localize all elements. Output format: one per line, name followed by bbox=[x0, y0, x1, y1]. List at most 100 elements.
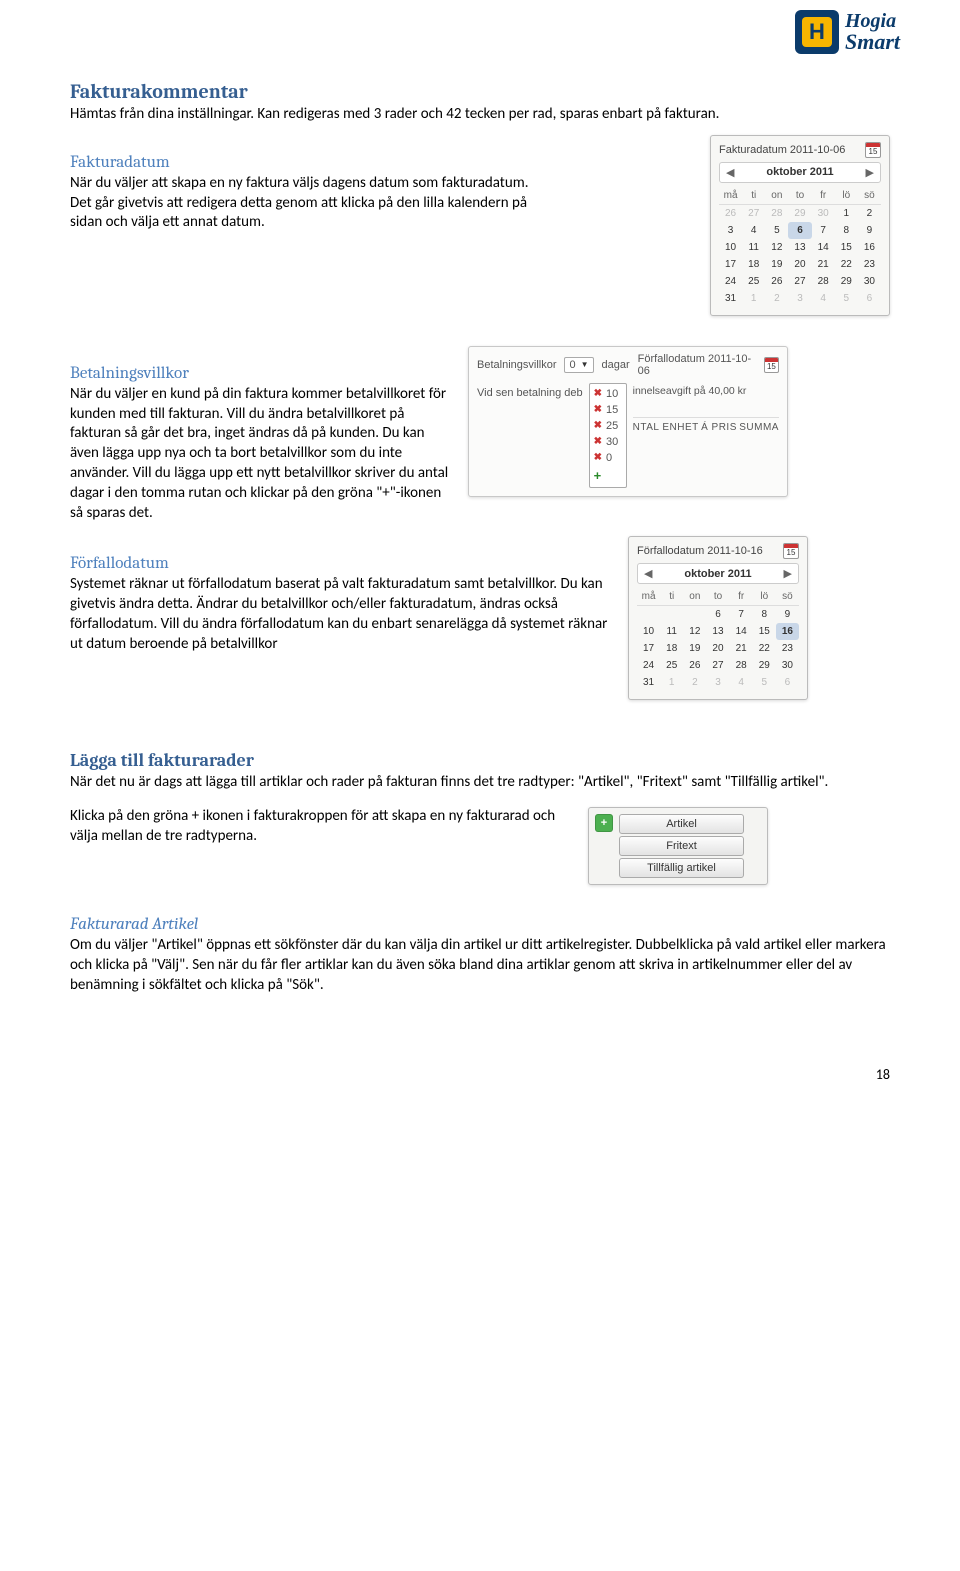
calendar-day[interactable]: 18 bbox=[660, 640, 683, 657]
calendar-day[interactable]: 24 bbox=[637, 657, 660, 674]
calendar-day[interactable]: 14 bbox=[812, 239, 835, 256]
calendar-day[interactable]: 7 bbox=[730, 606, 753, 624]
calendar-day[interactable]: 28 bbox=[812, 273, 835, 290]
calendar-day[interactable]: 30 bbox=[812, 204, 835, 222]
calendar-day[interactable]: 2 bbox=[858, 204, 881, 222]
calendar-day[interactable]: 2 bbox=[765, 290, 788, 307]
calendar-day[interactable] bbox=[660, 606, 683, 624]
calendar-day[interactable]: 31 bbox=[637, 674, 660, 691]
bv-option[interactable]: ✖25 bbox=[590, 418, 626, 434]
calendar-day[interactable]: 5 bbox=[753, 674, 776, 691]
bv-option[interactable]: ✖10 bbox=[590, 386, 626, 402]
calendar-day[interactable]: 5 bbox=[835, 290, 858, 307]
calendar-next-icon[interactable]: ▶ bbox=[784, 567, 792, 580]
calendar-day[interactable]: 13 bbox=[706, 623, 729, 640]
calendar-day[interactable]: 17 bbox=[637, 640, 660, 657]
calendar-day[interactable]: 8 bbox=[835, 222, 858, 239]
calendar-day[interactable]: 25 bbox=[660, 657, 683, 674]
calendar-day[interactable]: 17 bbox=[719, 256, 742, 273]
calendar-next-icon[interactable]: ▶ bbox=[866, 166, 874, 179]
calendar-day[interactable]: 30 bbox=[858, 273, 881, 290]
calendar-day[interactable]: 13 bbox=[788, 239, 811, 256]
calendar-day[interactable]: 3 bbox=[719, 222, 742, 239]
calendar-day[interactable]: 29 bbox=[835, 273, 858, 290]
calendar-day[interactable]: 3 bbox=[706, 674, 729, 691]
calendar-day[interactable]: 1 bbox=[835, 204, 858, 222]
calendar-day[interactable]: 20 bbox=[706, 640, 729, 657]
calendar-day[interactable]: 27 bbox=[788, 273, 811, 290]
calendar-day[interactable]: 11 bbox=[742, 239, 765, 256]
calendar-day[interactable]: 23 bbox=[858, 256, 881, 273]
calendar-day[interactable]: 1 bbox=[660, 674, 683, 691]
bv-select[interactable]: 0 ▼ bbox=[564, 357, 593, 373]
calendar-day[interactable]: 27 bbox=[706, 657, 729, 674]
calendar-day[interactable]: 6 bbox=[858, 290, 881, 307]
rowtype-option[interactable]: Artikel bbox=[619, 814, 744, 834]
calendar-day[interactable]: 7 bbox=[812, 222, 835, 239]
calendar-day[interactable]: 10 bbox=[719, 239, 742, 256]
bv-option[interactable]: ✖30 bbox=[590, 434, 626, 450]
calendar-prev-icon[interactable]: ◀ bbox=[726, 166, 734, 179]
calendar-day[interactable]: 22 bbox=[835, 256, 858, 273]
calendar-day[interactable]: 16 bbox=[776, 623, 799, 640]
calendar-day[interactable]: 11 bbox=[660, 623, 683, 640]
add-row-icon[interactable]: + bbox=[595, 814, 613, 832]
calendar-day[interactable]: 19 bbox=[765, 256, 788, 273]
calendar-icon[interactable] bbox=[783, 543, 799, 559]
calendar-day[interactable]: 21 bbox=[812, 256, 835, 273]
calendar-day[interactable]: 6 bbox=[776, 674, 799, 691]
calendar-icon[interactable] bbox=[865, 142, 881, 158]
calendar-day[interactable]: 20 bbox=[788, 256, 811, 273]
bv-option[interactable]: ✖15 bbox=[590, 402, 626, 418]
bv-option[interactable]: ✖0 bbox=[590, 450, 626, 466]
calendar-day[interactable]: 14 bbox=[730, 623, 753, 640]
calendar-day[interactable]: 15 bbox=[753, 623, 776, 640]
calendar-day[interactable]: 5 bbox=[765, 222, 788, 239]
calendar-day[interactable]: 26 bbox=[765, 273, 788, 290]
calendar-day[interactable]: 16 bbox=[858, 239, 881, 256]
calendar-day[interactable] bbox=[683, 606, 706, 624]
calendar-icon[interactable] bbox=[764, 357, 779, 373]
delete-icon[interactable]: ✖ bbox=[594, 420, 602, 431]
calendar-day[interactable]: 6 bbox=[788, 222, 811, 239]
calendar-day[interactable]: 3 bbox=[788, 290, 811, 307]
calendar-day[interactable]: 19 bbox=[683, 640, 706, 657]
calendar-day[interactable]: 4 bbox=[730, 674, 753, 691]
calendar-day[interactable]: 28 bbox=[765, 204, 788, 222]
rowtype-option[interactable]: Tillfällig artikel bbox=[619, 858, 744, 878]
calendar-day[interactable]: 8 bbox=[753, 606, 776, 624]
bv-dropdown-list[interactable]: ✖10✖15✖25✖30✖0+ bbox=[589, 383, 627, 488]
add-icon[interactable]: + bbox=[590, 466, 626, 485]
calendar-day[interactable]: 9 bbox=[776, 606, 799, 624]
delete-icon[interactable]: ✖ bbox=[594, 452, 602, 463]
calendar-day[interactable]: 2 bbox=[683, 674, 706, 691]
calendar-day[interactable]: 30 bbox=[776, 657, 799, 674]
calendar-day[interactable]: 26 bbox=[683, 657, 706, 674]
calendar-day[interactable]: 26 bbox=[719, 204, 742, 222]
calendar-day[interactable]: 18 bbox=[742, 256, 765, 273]
calendar-day[interactable]: 29 bbox=[788, 204, 811, 222]
delete-icon[interactable]: ✖ bbox=[594, 388, 602, 399]
calendar-day[interactable]: 1 bbox=[742, 290, 765, 307]
calendar-day[interactable]: 27 bbox=[742, 204, 765, 222]
calendar-day[interactable]: 31 bbox=[719, 290, 742, 307]
delete-icon[interactable]: ✖ bbox=[594, 436, 602, 447]
calendar-day[interactable]: 4 bbox=[742, 222, 765, 239]
calendar-day[interactable]: 25 bbox=[742, 273, 765, 290]
calendar-day[interactable]: 10 bbox=[637, 623, 660, 640]
calendar-grid[interactable]: måtiontofrlösö 6789101112131415161718192… bbox=[637, 588, 799, 691]
calendar-grid[interactable]: måtiontofrlösö 2627282930123456789101112… bbox=[719, 187, 881, 307]
rowtype-option[interactable]: Fritext bbox=[619, 836, 744, 856]
calendar-day[interactable]: 23 bbox=[776, 640, 799, 657]
calendar-day[interactable]: 15 bbox=[835, 239, 858, 256]
calendar-day[interactable]: 29 bbox=[753, 657, 776, 674]
calendar-prev-icon[interactable]: ◀ bbox=[644, 567, 652, 580]
calendar-day[interactable]: 9 bbox=[858, 222, 881, 239]
calendar-day[interactable]: 21 bbox=[730, 640, 753, 657]
delete-icon[interactable]: ✖ bbox=[594, 404, 602, 415]
calendar-day[interactable] bbox=[637, 606, 660, 624]
calendar-day[interactable]: 22 bbox=[753, 640, 776, 657]
calendar-day[interactable]: 4 bbox=[812, 290, 835, 307]
calendar-day[interactable]: 28 bbox=[730, 657, 753, 674]
calendar-day[interactable]: 12 bbox=[683, 623, 706, 640]
